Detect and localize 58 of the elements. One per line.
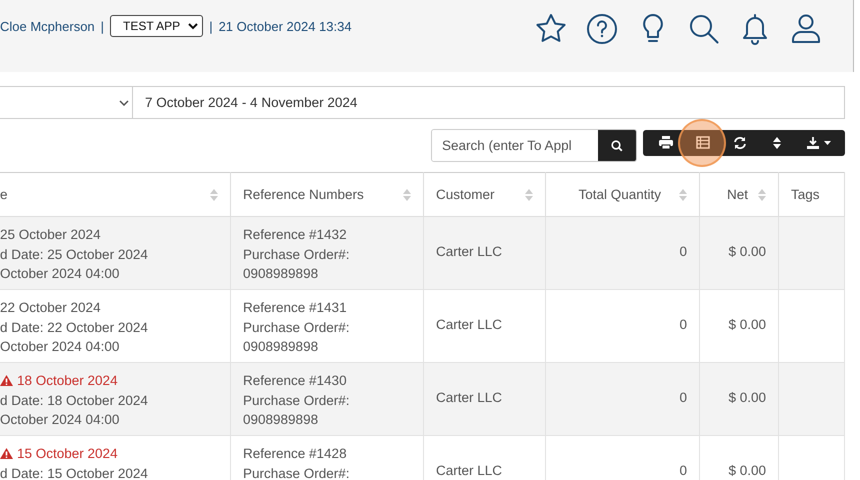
net-cell: $ 0.00 xyxy=(728,463,766,478)
date-text: 15 October 2024 xyxy=(0,444,218,464)
quantity-cell: 0 xyxy=(679,244,687,259)
column-header[interactable]: Reference Numbers xyxy=(230,172,424,216)
app-select[interactable]: TEST APP xyxy=(110,15,204,37)
created-date-text: October 2024 04:00 xyxy=(0,265,120,283)
customer-cell: Carter LLC xyxy=(436,244,502,259)
customer-cell: Carter LLC xyxy=(436,463,502,478)
quantity-cell: 0 xyxy=(679,317,687,332)
customer-cell: Carter LLC xyxy=(436,317,502,332)
reference-link[interactable]: Reference #1431 xyxy=(243,298,411,318)
due-date-text: d Date: 22 October 2024 xyxy=(0,318,149,336)
due-date-text: d Date: 25 October 2024 xyxy=(0,246,149,264)
download-icon xyxy=(806,136,820,150)
purchase-order-number: 0908989898 xyxy=(243,265,320,283)
table-icon xyxy=(696,136,710,150)
purchase-order-label: Purchase Order#: xyxy=(243,464,351,480)
caret-down-icon xyxy=(824,141,830,145)
net-cell: $ 0.00 xyxy=(728,317,766,332)
purchase-order-label: Purchase Order#: xyxy=(243,246,351,264)
date-text: 25 October 2024 xyxy=(0,226,102,244)
search-icon[interactable] xyxy=(687,12,721,46)
separator-text: | xyxy=(209,18,213,34)
purchase-order-label: Purchase Order#: xyxy=(243,392,351,410)
date-text: 18 October 2024 xyxy=(0,371,218,390)
net-cell: $ 0.00 xyxy=(728,390,766,405)
search-icon xyxy=(611,140,623,152)
column-header[interactable]: Net xyxy=(700,172,778,216)
reference-link[interactable]: Reference #1428 xyxy=(243,444,411,464)
user-icon[interactable] xyxy=(789,12,823,46)
created-date-text: October 2024 04:00 xyxy=(0,338,120,356)
search-button[interactable] xyxy=(598,130,636,161)
purchase-order-label: Purchase Order#: xyxy=(243,318,351,336)
refresh-icon xyxy=(732,136,746,150)
due-date-text: d Date: 15 October 2024 xyxy=(0,464,149,480)
column-header[interactable]: e xyxy=(0,172,230,216)
user-name-link[interactable]: Cloe Mcpherson xyxy=(0,18,95,34)
quantity-cell: 0 xyxy=(679,390,687,405)
column-header[interactable]: Total Quantity xyxy=(546,172,700,216)
printer-icon xyxy=(658,136,672,150)
quantity-cell: 0 xyxy=(679,463,687,478)
created-date-text: October 2024 04:00 xyxy=(0,411,120,429)
due-date-text: d Date: 18 October 2024 xyxy=(0,392,149,410)
column-header[interactable]: Customer xyxy=(424,172,546,216)
reference-link[interactable]: Reference #1430 xyxy=(243,371,411,390)
purchase-order-number: 0908989898 xyxy=(243,338,320,356)
reference-link[interactable]: Reference #1432 xyxy=(243,225,411,244)
separator-text: | xyxy=(100,18,104,34)
date-text: 22 October 2024 xyxy=(0,299,102,317)
chevron-down-icon xyxy=(188,22,198,30)
date-time-text: 21 October 2024 13:34 xyxy=(218,18,352,34)
customer-cell: Carter LLC xyxy=(436,390,502,405)
search-field[interactable]: Search (enter To Appl xyxy=(431,129,637,162)
help-icon[interactable] xyxy=(585,12,619,46)
purchase-order-number: 0908989898 xyxy=(243,411,320,429)
net-cell: $ 0.00 xyxy=(728,244,766,259)
warning-icon xyxy=(0,448,13,460)
highlight-circle xyxy=(678,119,726,167)
